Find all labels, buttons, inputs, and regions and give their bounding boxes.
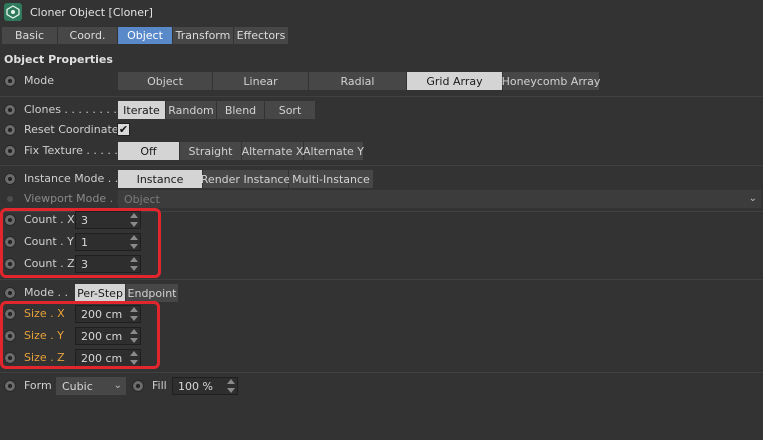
window-title: Cloner Object [Cloner] (30, 5, 153, 19)
fix-texture-option-off[interactable]: Off (118, 142, 179, 160)
reset-coordinates-animate-icon[interactable] (4, 124, 16, 136)
viewport-mode-row: Viewport Mode . . Object ⌄ (0, 190, 763, 208)
tab-coord[interactable]: Coord. (58, 27, 117, 44)
reset-coordinates-checkbox[interactable]: ✔ (117, 123, 130, 136)
divider (0, 96, 763, 97)
fill-value: 100 % (178, 379, 213, 393)
title-bar: Cloner Object [Cloner] (0, 0, 763, 24)
clones-option-sort[interactable]: Sort (265, 101, 315, 119)
form-label: Form (24, 379, 52, 392)
viewport-mode-value: Object (124, 192, 160, 206)
reset-coordinates-label: Reset Coordinates (24, 123, 125, 136)
tab-transform[interactable]: Transform (173, 27, 233, 44)
tab-effectors[interactable]: Effectors (234, 27, 288, 44)
clones-option-blend[interactable]: Blend (217, 101, 264, 119)
size-mode-label: Mode . . (24, 286, 68, 299)
tab-basic[interactable]: Basic (2, 27, 57, 44)
fix-texture-selector: Off Straight Alternate X Alternate Y (118, 142, 364, 160)
viewport-mode-label: Viewport Mode . . (24, 192, 121, 205)
clones-animate-icon[interactable] (4, 104, 16, 116)
divider (0, 372, 763, 373)
fill-input[interactable]: 100 % (172, 377, 238, 395)
fix-texture-option-alternate-y[interactable]: Alternate Y (303, 142, 364, 160)
section-title: Object Properties (4, 53, 113, 66)
tab-bar: Basic Coord. Object Transform Effectors (2, 27, 288, 44)
form-row: Form Cubic ⌄ Fill 100 % (0, 377, 763, 395)
instance-mode-option-multi-instance[interactable]: Multi-Instance (289, 170, 373, 188)
form-dropdown[interactable]: Cubic ⌄ (56, 377, 126, 395)
fix-texture-option-straight[interactable]: Straight (180, 142, 241, 160)
clones-row: Clones . . . . . . . . Iterate Random Bl… (0, 101, 763, 119)
chevron-down-icon: ⌄ (748, 193, 757, 204)
mode-selector: Object Linear Radial Grid Array Honeycom… (118, 72, 600, 90)
clones-option-random[interactable]: Random (166, 101, 216, 119)
instance-mode-row: Instance Mode . . Instance Render Instan… (0, 170, 763, 188)
instance-mode-option-render-instance[interactable]: Render Instance (201, 170, 290, 188)
mode-option-radial[interactable]: Radial (309, 72, 406, 90)
fix-texture-row: Fix Texture . . . . . . Off Straight Alt… (0, 142, 763, 160)
instance-mode-selector: Instance Render Instance Multi-Instance (118, 170, 373, 188)
fix-texture-label: Fix Texture . . . . . . (24, 144, 125, 157)
mode-option-object[interactable]: Object (118, 72, 212, 90)
fill-animate-icon[interactable] (132, 380, 144, 392)
mode-animate-icon[interactable] (4, 75, 16, 87)
mode-option-honeycomb-array[interactable]: Honeycomb Array (502, 72, 600, 90)
instance-mode-option-instance[interactable]: Instance (118, 170, 202, 188)
viewport-mode-dropdown: Object ⌄ (118, 190, 761, 208)
divider (0, 165, 763, 166)
clones-label: Clones . . . . . . . . (24, 103, 117, 116)
stepper-arrows-icon[interactable] (227, 379, 235, 393)
chevron-down-icon: ⌄ (113, 380, 122, 391)
mode-option-linear[interactable]: Linear (213, 72, 308, 90)
instance-mode-animate-icon[interactable] (4, 173, 16, 185)
size-mode-option-per-step[interactable]: Per-Step (75, 284, 125, 302)
form-value: Cubic (62, 379, 93, 393)
reset-coordinates-row: Reset Coordinates ✔ (0, 121, 763, 139)
clones-selector: Iterate Random Blend Sort (118, 101, 315, 119)
mode-option-grid-array[interactable]: Grid Array (407, 72, 502, 90)
size-highlight-frame (0, 301, 160, 369)
divider (0, 279, 763, 280)
size-mode-row: Mode . . Per-Step Endpoint (0, 284, 763, 302)
mode-label: Mode (24, 74, 54, 87)
clones-option-iterate[interactable]: Iterate (118, 101, 165, 119)
count-highlight-frame (0, 208, 161, 278)
instance-mode-label: Instance Mode . . (24, 172, 119, 185)
size-mode-option-endpoint[interactable]: Endpoint (126, 284, 178, 302)
size-mode-selector: Per-Step Endpoint (75, 284, 178, 302)
fill-label: Fill (152, 379, 167, 392)
cloner-icon (4, 3, 22, 21)
fix-texture-option-alternate-x[interactable]: Alternate X (242, 142, 303, 160)
fix-texture-animate-icon[interactable] (4, 145, 16, 157)
size-mode-animate-icon[interactable] (4, 287, 16, 299)
form-animate-icon[interactable] (4, 380, 16, 392)
tab-object[interactable]: Object (118, 27, 172, 44)
viewport-mode-animate-icon (7, 196, 13, 202)
mode-row: Mode Object Linear Radial Grid Array Hon… (0, 72, 763, 90)
